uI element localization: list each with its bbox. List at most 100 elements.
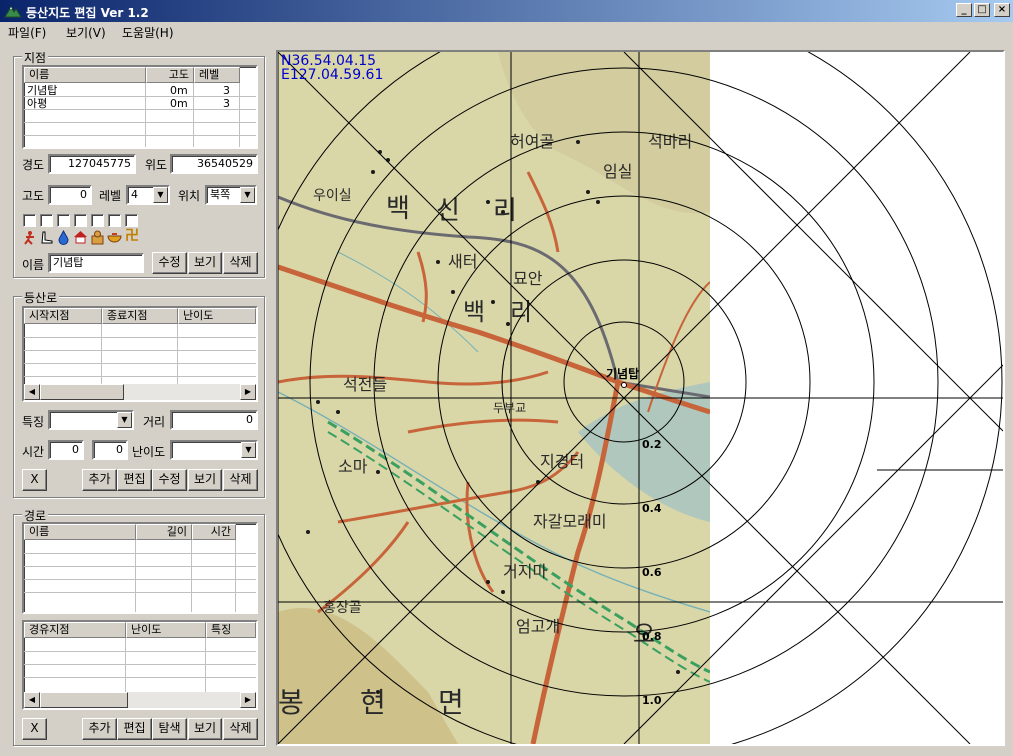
scroll-thumb[interactable] xyxy=(40,384,124,400)
edit-trail-button[interactable]: 편집 xyxy=(117,469,152,491)
longitude-field[interactable]: 127045775 xyxy=(48,154,136,174)
poi-checkbox[interactable] xyxy=(57,214,70,227)
place-label: 현 xyxy=(360,686,386,719)
level-select[interactable]: 4 ▼ xyxy=(126,185,170,205)
distance-label: 거리 xyxy=(143,415,166,429)
maximize-button[interactable]: □ xyxy=(974,3,990,17)
place-label: 면 xyxy=(438,686,464,719)
col-waypoint-feature[interactable]: 특징 xyxy=(206,622,256,638)
chevron-down-icon[interactable]: ▼ xyxy=(241,442,256,458)
view-route-button[interactable]: 보기 xyxy=(188,718,222,740)
trails-list[interactable]: 시작지점 종료지점 난이도 ◀ ▶ xyxy=(22,306,258,402)
col-route-name[interactable]: 이름 xyxy=(24,524,136,540)
delete-point-button[interactable]: 삭제 xyxy=(223,252,258,274)
chevron-down-icon[interactable]: ▼ xyxy=(117,412,132,428)
view-point-button[interactable]: 보기 xyxy=(188,252,222,274)
poi-checkbox[interactable] xyxy=(125,214,138,227)
marker-label: 기념탑 xyxy=(606,366,639,381)
edit-route-button[interactable]: 편집 xyxy=(117,718,152,740)
point-name: 기념탑 xyxy=(27,84,58,97)
place-label: 봉 xyxy=(278,686,304,719)
menu-file[interactable]: 파일(F) xyxy=(8,24,46,41)
poi-checkbox[interactable] xyxy=(40,214,53,227)
point-level: 3 xyxy=(223,97,230,110)
add-route-button[interactable]: 추가 xyxy=(82,718,117,740)
modify-trail-button[interactable]: 수정 xyxy=(152,469,187,491)
level-value: 4 xyxy=(131,188,138,201)
difficulty-label: 난이도 xyxy=(132,445,166,459)
delete-trail-button[interactable]: 삭제 xyxy=(223,469,258,491)
latitude-field[interactable]: 36540529 xyxy=(170,154,258,174)
menu-view[interactable]: 보기(V) xyxy=(66,24,106,41)
add-trail-button[interactable]: 추가 xyxy=(82,469,117,491)
delete-route-button[interactable]: 삭제 xyxy=(223,718,258,740)
col-difficulty[interactable]: 난이도 xyxy=(178,308,256,324)
edit-point-button[interactable]: 수정 xyxy=(152,252,187,274)
col-time[interactable]: 시간 xyxy=(192,524,236,540)
clear-trail-button[interactable]: X xyxy=(22,469,47,491)
point-altitude: 0m xyxy=(170,84,188,97)
scroll-thumb[interactable] xyxy=(40,692,128,708)
points-group-label: 지점 xyxy=(22,49,49,66)
poi-checkbox[interactable] xyxy=(74,214,87,227)
altitude-field[interactable]: 0 xyxy=(48,185,92,205)
col-end-point[interactable]: 종료지점 xyxy=(102,308,178,324)
time-minutes-field[interactable]: 0 xyxy=(92,440,128,460)
map-canvas[interactable]: 허여골 백 신 리 새터 백 리 묘안 석전들 소마 지경터 자갈모래미 거지마… xyxy=(278,52,1003,744)
place-label: 리 xyxy=(493,196,517,226)
place-label: 석바리 xyxy=(648,132,692,151)
place-label: 소마 xyxy=(338,457,368,476)
place-label: 임실 xyxy=(603,162,632,181)
house-icon xyxy=(74,231,87,244)
col-level[interactable]: 레벨 xyxy=(194,67,240,83)
col-waypoint-difficulty[interactable]: 난이도 xyxy=(126,622,206,638)
place-label: 지경터 xyxy=(540,452,584,471)
points-list[interactable]: 이름 고도 레벨 기념탑 0m 3 아평 0m 3 xyxy=(22,65,258,149)
name-field[interactable]: 기념탑 xyxy=(48,253,144,273)
position-select[interactable]: 북쪽 ▼ xyxy=(205,185,257,205)
routes-list[interactable]: 이름 길이 시간 xyxy=(22,522,258,614)
scroll-left-icon[interactable]: ◀ xyxy=(24,692,40,708)
place-label: 우이실 xyxy=(313,188,352,204)
difficulty-select[interactable]: ▼ xyxy=(170,440,258,460)
waypoints-list[interactable]: 경유지점 난이도 특징 ◀ ▶ xyxy=(22,620,258,710)
time-hours-field[interactable]: 0 xyxy=(48,440,84,460)
feature-label: 특징 xyxy=(22,415,45,429)
poi-checkbox[interactable] xyxy=(23,214,36,227)
ring-label: 0.4 xyxy=(642,502,662,515)
close-button[interactable]: × xyxy=(994,3,1010,17)
view-trail-button[interactable]: 보기 xyxy=(188,469,222,491)
poi-checkbox[interactable] xyxy=(108,214,121,227)
boot-icon xyxy=(41,231,53,244)
swastika-icon: 卍 xyxy=(125,228,139,244)
scroll-left-icon[interactable]: ◀ xyxy=(24,384,40,400)
chevron-down-icon[interactable]: ▼ xyxy=(153,187,168,203)
col-start-point[interactable]: 시작지점 xyxy=(24,308,102,324)
coord-east: E127.04.59.61 xyxy=(281,67,384,83)
search-route-button[interactable]: 탐색 xyxy=(152,718,187,740)
menu-help[interactable]: 도움말(H) xyxy=(122,24,174,41)
person-icon xyxy=(24,231,34,245)
place-label: 허여골 xyxy=(510,132,554,151)
col-waypoint[interactable]: 경유지점 xyxy=(24,622,126,638)
col-name[interactable]: 이름 xyxy=(24,67,146,83)
trails-hscrollbar[interactable]: ◀ ▶ xyxy=(24,384,256,400)
scroll-right-icon[interactable]: ▶ xyxy=(240,384,256,400)
marker-point[interactable] xyxy=(621,382,627,388)
feature-select[interactable]: ▼ xyxy=(48,410,134,430)
place-label: 석전들 xyxy=(343,375,387,394)
minimize-button[interactable]: _ xyxy=(956,3,972,17)
map-view[interactable]: 허여골 백 신 리 새터 백 리 묘안 석전들 소마 지경터 자갈모래미 거지마… xyxy=(276,50,1005,746)
poi-checkbox[interactable] xyxy=(91,214,104,227)
col-altitude[interactable]: 고도 xyxy=(146,67,194,83)
scroll-right-icon[interactable]: ▶ xyxy=(240,692,256,708)
level-label: 레벨 xyxy=(99,189,122,203)
col-length[interactable]: 길이 xyxy=(136,524,192,540)
ring-label: 1.0 xyxy=(642,694,662,707)
point-level: 3 xyxy=(223,84,230,97)
waypoints-hscrollbar[interactable]: ◀ ▶ xyxy=(24,692,256,708)
clear-route-button[interactable]: X xyxy=(22,718,47,740)
distance-field[interactable]: 0 xyxy=(170,410,258,430)
chevron-down-icon[interactable]: ▼ xyxy=(240,187,255,203)
water-drop-icon xyxy=(58,230,69,245)
